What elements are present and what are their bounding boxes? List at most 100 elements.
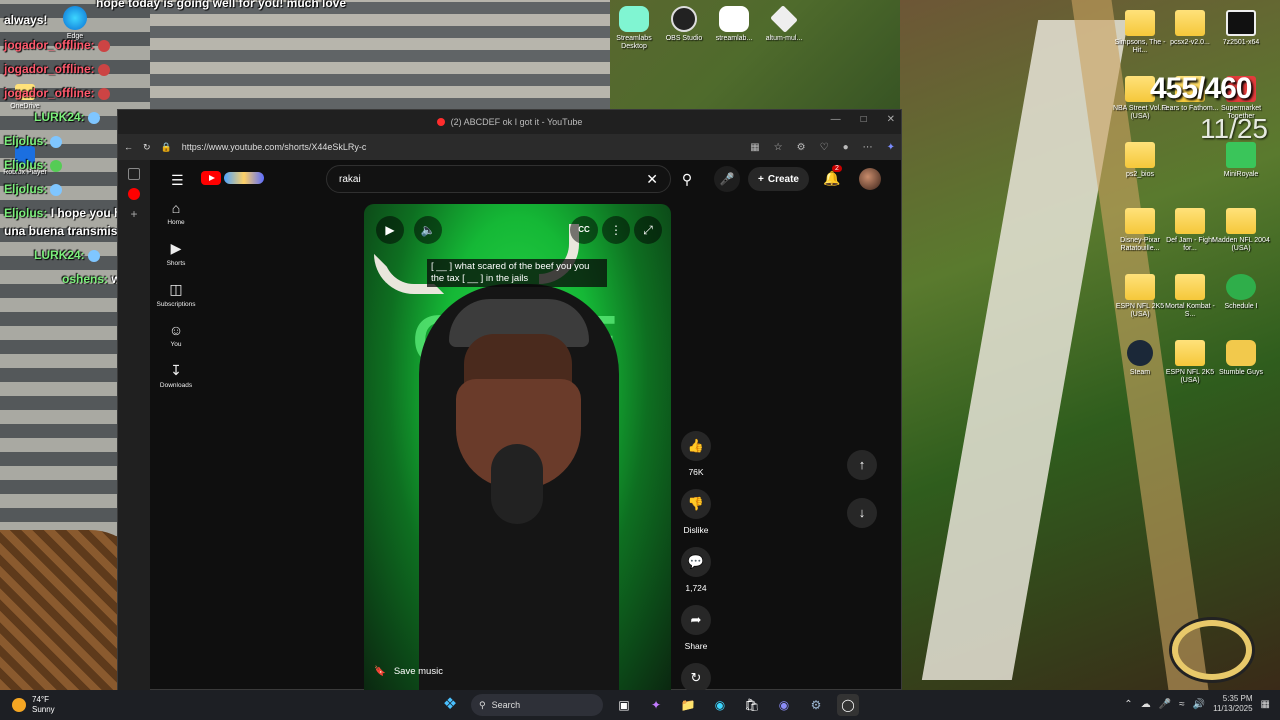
wifi-icon[interactable]: ≈: [1179, 699, 1185, 710]
folder-icon: [1175, 10, 1205, 36]
new-tab-icon[interactable]: +: [128, 208, 140, 220]
fullscreen-button[interactable]: ⤢: [634, 216, 662, 244]
reload-icon[interactable]: ↻: [143, 142, 151, 153]
task-view-button[interactable]: ▣: [613, 694, 635, 716]
youtube-logo[interactable]: [201, 171, 267, 187]
search-button[interactable]: ⚲: [673, 166, 701, 192]
close-icon[interactable]: ✕: [887, 114, 895, 125]
captions-button[interactable]: CC: [570, 216, 598, 244]
shorts-navigation: ↑ ↓: [847, 450, 877, 546]
desktop-icon-label: ps2_bios: [1125, 171, 1155, 178]
taskbar-search-label: Search: [491, 700, 521, 710]
back-icon[interactable]: ←: [124, 142, 133, 152]
notification-center-icon[interactable]: ▦: [1261, 699, 1270, 710]
desktop-icon-label: 7z2501-x64: [1222, 39, 1260, 46]
chat-message: always!: [4, 13, 48, 27]
play-icon: ▶: [385, 223, 395, 237]
volume-button[interactable]: 🔈: [414, 216, 442, 244]
like-button[interactable]: 👍 76K: [676, 431, 716, 477]
game-icon: [1226, 274, 1256, 300]
store-button[interactable]: 🛍: [741, 694, 763, 716]
start-button[interactable]: ❖: [439, 694, 461, 716]
next-short-button[interactable]: ↓: [847, 498, 877, 528]
copilot-button[interactable]: ✦: [645, 694, 667, 716]
guide-item-shorts[interactable]: ▶ Shorts: [151, 240, 201, 267]
youtube-tab[interactable]: [128, 188, 140, 200]
desktop-icon-7zip[interactable]: 7z2501-x64: [1211, 10, 1271, 47]
desktop-icon-label: Disney-Pixar Ratatouille...: [1120, 237, 1160, 253]
speaker-icon[interactable]: 🔊: [1193, 699, 1205, 710]
copilot-icon[interactable]: ✦: [887, 142, 895, 153]
obs-button[interactable]: ◯: [837, 694, 859, 716]
chat-message: LURK24:: [34, 110, 100, 124]
taskbar-search[interactable]: ⚲ Search: [471, 694, 603, 716]
file-explorer-button[interactable]: 📁: [677, 694, 699, 716]
desktop-icon-label: ESPN NFL 2K5 (USA): [1165, 369, 1215, 385]
browser-toolbar: ▦ ☆ ⚙ ♡ ● ⋯ ✦: [750, 142, 895, 153]
chevron-up-icon[interactable]: ⌃: [1124, 699, 1132, 710]
extensions-icon[interactable]: ⚙: [797, 142, 806, 153]
desktop-icon-label: NBA Street Vol. 2 (USA): [1112, 105, 1168, 121]
guide-item-subscriptions[interactable]: ◫ Subscriptions: [151, 281, 201, 308]
weather-widget[interactable]: 74°F Sunny: [12, 695, 55, 715]
profile-icon[interactable]: ●: [843, 142, 849, 153]
microphone-icon[interactable]: 🎤: [1159, 699, 1171, 710]
discord-button[interactable]: ◉: [773, 694, 795, 716]
create-button[interactable]: + Create: [748, 167, 809, 191]
guide-item-home[interactable]: ⌂ Home: [151, 200, 201, 226]
desktop-icon-altum[interactable]: altum-mul...: [754, 5, 814, 43]
desktop-icon-label: Schedule I: [1224, 303, 1258, 310]
store-icon: 🛍: [744, 698, 760, 712]
favorite-icon[interactable]: ☆: [774, 142, 783, 153]
desktop-icon-label: Madden NFL 2004 (USA): [1212, 237, 1270, 253]
desktop-icon-schedule-i[interactable]: Schedule I: [1211, 274, 1271, 311]
desktop-icon-label: Steam: [1129, 369, 1151, 376]
notifications-button[interactable]: 🔔 2: [823, 165, 842, 187]
steam-button[interactable]: ⚙: [805, 694, 827, 716]
minimize-icon[interactable]: —: [831, 114, 841, 125]
yt-masthead: ☰ rakai ✕ ⚲ 🎤 + Create 🔔 2: [151, 160, 901, 198]
title-bar: (2) ABCDEF ok I got it - YouTube — □ ✕: [118, 110, 901, 134]
edge-button[interactable]: ◉: [709, 694, 731, 716]
more-icon[interactable]: ⋯: [863, 142, 873, 153]
voice-search-button[interactable]: 🎤: [714, 166, 740, 192]
desktop-icon-madden[interactable]: Madden NFL 2004 (USA): [1211, 208, 1271, 253]
search-value: rakai: [339, 173, 361, 185]
obs-icon: ◯: [841, 698, 855, 712]
clock[interactable]: 5:35 PM 11/13/2025: [1213, 694, 1252, 714]
remix-button[interactable]: ↻: [676, 663, 716, 693]
mic-icon: 🎤: [719, 172, 735, 186]
previous-short-button[interactable]: ↑: [847, 450, 877, 480]
collections-icon[interactable]: ♡: [820, 142, 829, 153]
like-count: 76K: [688, 467, 704, 477]
url-field[interactable]: https://www.youtube.com/shorts/X44eSkLRy…: [182, 142, 367, 152]
clock-time: 5:35 PM: [1222, 694, 1253, 703]
app-icon[interactable]: ▦: [750, 142, 759, 153]
maximize-icon[interactable]: □: [861, 114, 867, 125]
game-icon: [1226, 340, 1256, 366]
guide-item-downloads[interactable]: ↧ Downloads: [151, 362, 201, 389]
search-input[interactable]: rakai ✕: [326, 165, 671, 193]
arrow-up-icon: ↑: [858, 457, 866, 472]
menu-icon[interactable]: ☰: [171, 172, 184, 189]
save-music-button[interactable]: 🔖 Save music: [374, 658, 443, 684]
desktop-icon-ps2-bios[interactable]: ps2_bios: [1110, 142, 1170, 179]
shorts-player[interactable]: OTHE RAR ▶ 🔈 CC ⋮ ⤢ [ __ ] what scared o…: [364, 204, 671, 690]
guide-item-you[interactable]: ☺ You: [151, 322, 201, 348]
share-button[interactable]: ➦ Share: [676, 605, 716, 651]
comments-button[interactable]: 💬 1,724: [676, 547, 716, 593]
desktop-icon-stumble-guys[interactable]: Stumble Guys: [1211, 340, 1271, 377]
network-icon[interactable]: ☁: [1141, 699, 1151, 710]
tab-actions-icon[interactable]: [128, 168, 140, 180]
doodle-icon: [224, 172, 264, 184]
dislike-button[interactable]: 👎 Dislike: [676, 489, 716, 535]
more-options-button[interactable]: ⋮: [602, 216, 630, 244]
desktop-icon-miniroyale[interactable]: MiniRoyale: [1211, 142, 1271, 179]
guide-label: Home: [167, 219, 185, 226]
folder-icon: [1175, 274, 1205, 300]
chat-message: Eljolus:: [4, 134, 63, 148]
avatar[interactable]: [859, 168, 881, 190]
play-button[interactable]: ▶: [376, 216, 404, 244]
clear-search-icon[interactable]: ✕: [646, 171, 658, 188]
guide-label: Subscriptions: [156, 301, 196, 308]
